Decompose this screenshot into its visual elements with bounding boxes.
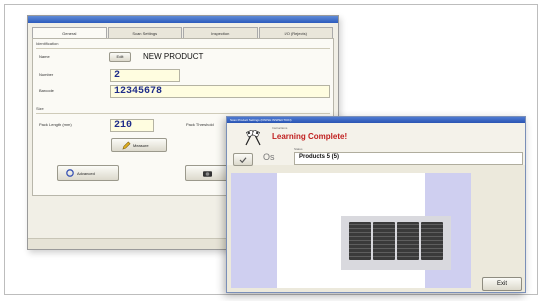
exit-button[interactable]: Exit: [482, 277, 522, 291]
size-divider: [36, 113, 330, 114]
product-name-value: NEW PRODUCT: [143, 52, 204, 61]
tab-scan-settings[interactable]: Scan Settings: [107, 27, 182, 38]
barcode-label: Barcode: [39, 88, 54, 93]
measure-button[interactable]: Measure: [111, 138, 167, 152]
camera-icon: [203, 171, 212, 177]
status-field: Products 5 (5): [294, 152, 523, 165]
product-pack: [421, 222, 443, 260]
advanced-button-label: Advanced: [77, 171, 95, 176]
checkmark-icon: [239, 157, 247, 163]
product-image: [341, 216, 451, 270]
number-field[interactable]: 2: [110, 69, 180, 82]
tab-inspection[interactable]: Inspection: [183, 27, 258, 38]
pack-length-label: Pack Length (mm): [39, 122, 72, 127]
size-group-label: Size: [36, 106, 44, 111]
product-pack: [349, 222, 371, 260]
scan-image-view: [231, 173, 471, 288]
os-label: Os: [263, 152, 275, 162]
number-label: Number: [39, 72, 54, 77]
measure-button-label: Measure: [133, 143, 149, 148]
tab-io-rejects[interactable]: I/O (Rejects): [258, 27, 333, 38]
checkered-flags-icon: [245, 130, 261, 146]
identification-group-label: Identification: [36, 41, 59, 46]
advanced-button[interactable]: Advanced: [57, 165, 119, 181]
barcode-field[interactable]: 12345678: [110, 85, 330, 98]
status-label: Status: [294, 147, 303, 151]
edit-name-button[interactable]: Edit: [109, 52, 131, 62]
status-value: Products 5 (5): [299, 154, 340, 160]
pack-threshold-label: Pack Threshold: [186, 122, 214, 127]
name-label: Name: [39, 54, 50, 59]
settings-icon: [66, 169, 74, 177]
tab-bar: General Scan Settings Inspection I/O (Re…: [32, 27, 334, 38]
identification-divider: [36, 48, 330, 49]
instructions-label: Instructions: [272, 126, 288, 130]
pack-length-field[interactable]: 210: [110, 119, 154, 132]
confirm-button[interactable]: [233, 153, 253, 166]
scan-image-background: [277, 173, 451, 288]
scan-product-dialog: Scan Product Settings (FINISH INSPECTION…: [226, 116, 526, 293]
tab-general[interactable]: General: [32, 27, 107, 38]
main-window-titlebar: [28, 16, 338, 23]
product-pack: [397, 222, 419, 260]
learning-complete-message: Learning Complete!: [272, 132, 348, 141]
pencil-icon: [122, 141, 131, 150]
product-pack: [373, 222, 395, 260]
